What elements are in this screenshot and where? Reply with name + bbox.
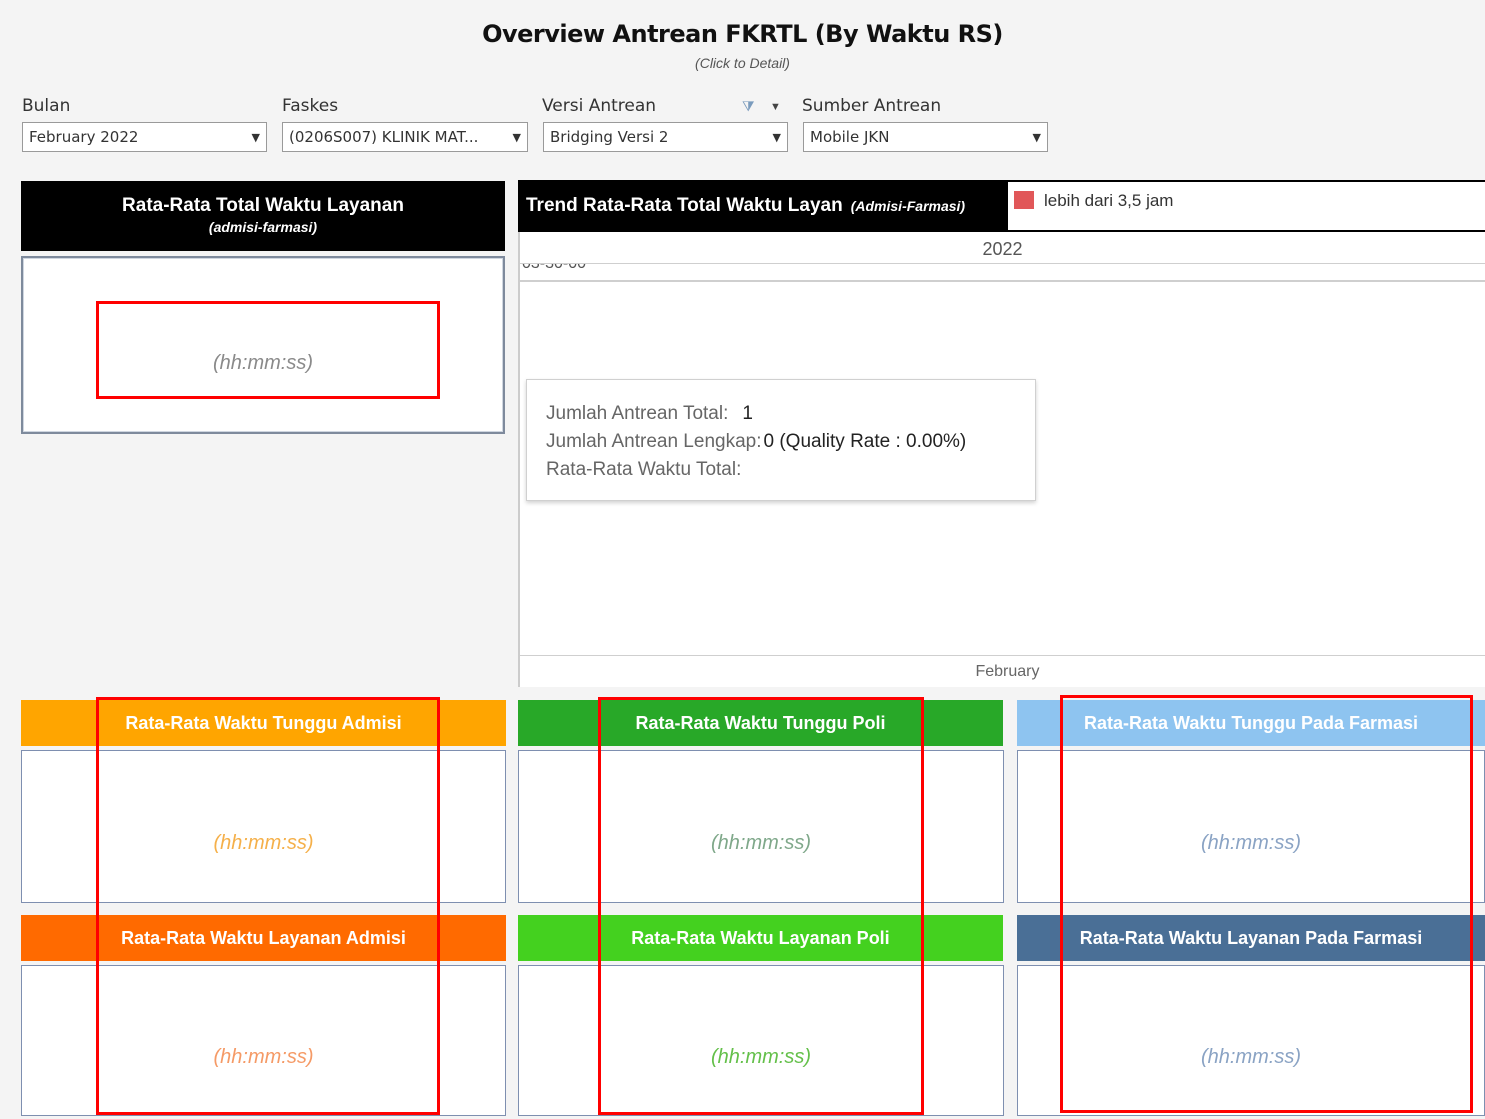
bulan-label: Bulan <box>22 96 71 116</box>
page-title: Overview Antrean FKRTL (By Waktu RS) <box>482 20 1003 48</box>
sumber-value: Mobile JKN <box>810 128 890 146</box>
versi-value: Bridging Versi 2 <box>550 128 669 146</box>
filter-menu-caret-icon[interactable]: ▼ <box>770 101 781 113</box>
tooltip-row-rata: Rata-Rata Waktu Total: <box>546 456 1035 484</box>
chart-tooltip: Jumlah Antrean Total: 1 Jumlah Antrean L… <box>526 379 1036 501</box>
panel-layanan-farmasi[interactable]: (hh:mm:ss) <box>1017 965 1485 1116</box>
total-kpi-value: (hh:mm:ss) <box>213 352 313 374</box>
sumber-label: Sumber Antrean <box>802 96 942 116</box>
cut-axis-label: 03-30-00 <box>522 264 586 273</box>
panel-header-tunggu-farmasi: Rata-Rata Waktu Tunggu Pada Farmasi <box>1017 700 1485 746</box>
panel-layanan-admisi[interactable]: (hh:mm:ss) <box>21 965 506 1116</box>
chevron-down-icon: ▼ <box>251 130 260 144</box>
panel-tunggu-admisi-value: (hh:mm:ss) <box>213 832 314 854</box>
panel-layanan-admisi-value: (hh:mm:ss) <box>213 1046 314 1068</box>
axis-bottom-divider <box>520 655 1485 656</box>
click-to-detail-hint: (Click to Detail) <box>695 55 790 71</box>
trend-title: Trend Rata-Rata Total Waktu Layan (Admis… <box>518 182 1008 230</box>
cut-axis-label-wrap: 03-30-00 <box>520 264 640 274</box>
faskes-value: (0206S007) KLINIK MAT... <box>289 128 479 146</box>
chevron-down-icon: ▼ <box>1032 130 1041 144</box>
tooltip-row-total: Jumlah Antrean Total: 1 <box>546 400 1035 428</box>
legend-swatch <box>1014 191 1034 209</box>
axis-divider <box>520 263 1485 264</box>
faskes-select[interactable]: (0206S007) KLINIK MAT... ▼ <box>282 122 528 152</box>
axis-month-label: February <box>975 663 1040 680</box>
panel-header-tunggu-poli: Rata-Rata Waktu Tunggu Poli <box>518 700 1003 746</box>
reference-line <box>520 280 1485 282</box>
versi-select[interactable]: Bridging Versi 2 ▼ <box>543 122 788 152</box>
sumber-select[interactable]: Mobile JKN ▼ <box>803 122 1048 152</box>
bulan-value: February 2022 <box>29 128 139 146</box>
total-kpi-header: Rata-Rata Total Waktu Layanan (admisi-fa… <box>21 181 505 251</box>
total-kpi-title: Rata-Rata Total Waktu Layanan <box>122 195 404 216</box>
tooltip-rata-label: Rata-Rata Waktu Total: <box>546 459 742 480</box>
tooltip-lengkap-value: 0 (Quality Rate : 0.00%) <box>763 431 967 452</box>
trend-title-text: Trend Rata-Rata Total Waktu Layan <box>526 195 843 216</box>
trend-title-suffix: (Admisi-Farmasi) <box>850 198 966 214</box>
versi-label: Versi Antrean <box>542 96 657 116</box>
chevron-down-icon: ▼ <box>772 130 781 144</box>
bulan-select[interactable]: February 2022 ▼ <box>22 122 267 152</box>
tooltip-lengkap-label: Jumlah Antrean Lengkap: <box>546 431 762 452</box>
legend-label: lebih dari 3,5 jam <box>1044 191 1174 210</box>
dashboard-canvas: Overview Antrean FKRTL (By Waktu RS) (Cl… <box>0 0 1485 1119</box>
axis-year-label: 2022 <box>982 239 1023 259</box>
panel-tunggu-farmasi[interactable]: (hh:mm:ss) <box>1017 750 1485 903</box>
panel-header-layanan-poli: Rata-Rata Waktu Layanan Poli <box>518 915 1003 961</box>
tooltip-row-lengkap: Jumlah Antrean Lengkap: 0 (Quality Rate … <box>546 428 1035 456</box>
total-kpi-box[interactable]: (hh:mm:ss) <box>21 256 505 434</box>
panel-tunggu-farmasi-value: (hh:mm:ss) <box>1201 832 1301 854</box>
faskes-label: Faskes <box>282 96 339 116</box>
panel-layanan-farmasi-value: (hh:mm:ss) <box>1201 1046 1301 1068</box>
chart-left-axis <box>518 232 520 687</box>
tooltip-total-value: 1 <box>742 403 753 424</box>
panel-layanan-poli-value: (hh:mm:ss) <box>711 1046 811 1068</box>
panel-header-layanan-admisi: Rata-Rata Waktu Layanan Admisi <box>21 915 506 961</box>
tooltip-total-label: Jumlah Antrean Total: <box>546 403 729 424</box>
chevron-down-icon: ▼ <box>512 130 521 144</box>
panel-tunggu-admisi[interactable]: (hh:mm:ss) <box>21 750 506 903</box>
panel-header-tunggu-admisi: Rata-Rata Waktu Tunggu Admisi <box>21 700 506 746</box>
panel-tunggu-poli[interactable]: (hh:mm:ss) <box>518 750 1004 903</box>
clear-filter-icon[interactable]: ⧩ <box>742 98 755 115</box>
panel-header-layanan-farmasi: Rata-Rata Waktu Layanan Pada Farmasi <box>1017 915 1485 961</box>
panel-tunggu-poli-value: (hh:mm:ss) <box>711 832 811 854</box>
panel-layanan-poli[interactable]: (hh:mm:ss) <box>518 965 1004 1116</box>
total-kpi-subtitle: (admisi-farmasi) <box>208 219 318 235</box>
